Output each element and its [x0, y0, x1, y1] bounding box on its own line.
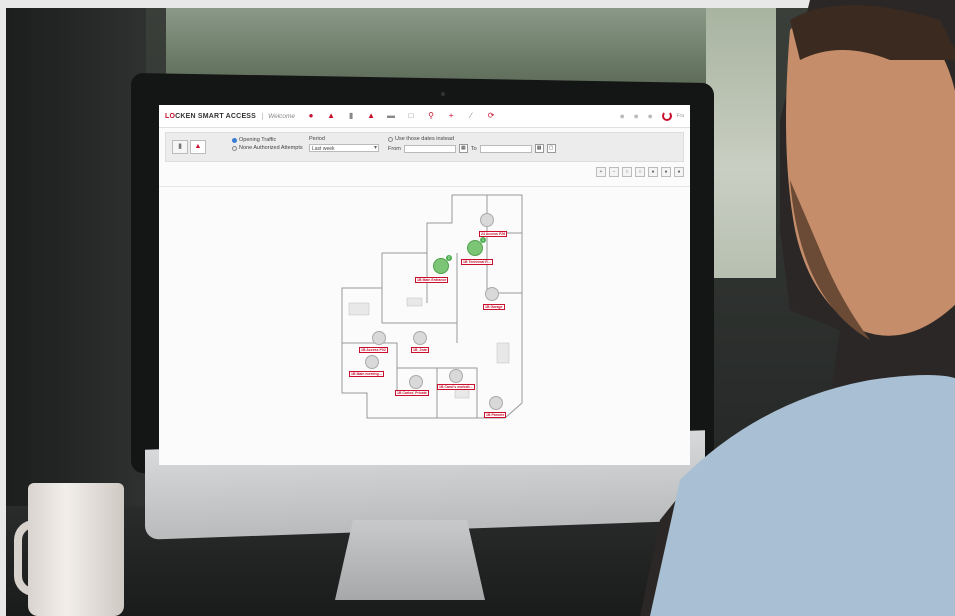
zoom-in-icon[interactable]: +	[596, 167, 606, 177]
filter-bar: ▮ ▲ Opening Traffic None Authorized Atte…	[165, 132, 684, 162]
divider	[159, 186, 690, 187]
traffic-radio-group: Opening Traffic None Authorized Attempts	[232, 136, 303, 152]
door-lock-icon[interactable]	[372, 331, 386, 345]
radio-dot[interactable]	[232, 145, 237, 151]
user-icon[interactable]: ●	[305, 111, 317, 121]
users-icon[interactable]: ▲	[365, 111, 377, 121]
toolbar-icons: ● ▲ ▮ ▲ ▬ □ ⚲ + ∕ ⟳	[305, 111, 497, 121]
door-lock-icon[interactable]	[409, 375, 423, 389]
activity-badge: 1	[480, 237, 486, 243]
clear-icon[interactable]: ▢	[546, 144, 556, 153]
location-icon[interactable]: ⚲	[425, 111, 437, 121]
tools-icon[interactable]: ∕	[465, 111, 477, 121]
radio-label: None Authorized Attempts	[239, 145, 303, 151]
coffee-mug	[28, 483, 124, 616]
from-date-input[interactable]	[403, 144, 456, 153]
radio-opening-traffic[interactable]: Opening Traffic	[232, 136, 303, 144]
door-tag[interactable]: 1B Carol's workstt...	[437, 384, 475, 390]
door-tag[interactable]: 1B Main meeting...	[349, 371, 384, 377]
calendar-icon[interactable]: □	[405, 111, 417, 121]
calendar-icon[interactable]: ▦	[458, 144, 468, 153]
date-range: Use those dates instead From ▦ To ▦ ▢	[388, 136, 556, 153]
use-dates-label: Use those dates instead	[395, 136, 455, 142]
floor-plan: 24 Access P26 1 1B Technical R... 2 1B M…	[337, 193, 537, 423]
to-label: To	[470, 145, 477, 152]
camera-dot	[441, 92, 445, 96]
user-view-button[interactable]: ▲	[190, 140, 206, 154]
door-lock-icon[interactable]	[480, 213, 494, 227]
app-brand: LOCKEN SMART ACCESS	[165, 113, 256, 120]
period-select[interactable]: Last week	[309, 144, 379, 152]
list-view-button[interactable]: ▮	[172, 140, 188, 154]
door-lock-icon[interactable]	[365, 355, 379, 369]
door-lock-icon[interactable]	[449, 369, 463, 383]
radio-dot[interactable]	[388, 136, 393, 142]
use-dates-option[interactable]: Use those dates instead	[388, 136, 556, 142]
fit-icon[interactable]: ○	[622, 167, 632, 177]
period-label: Period	[309, 136, 325, 142]
user-add-icon[interactable]: ▲	[325, 111, 337, 121]
radio-dot[interactable]	[232, 137, 237, 143]
top-toolbar: LOCKEN SMART ACCESS Welcome ● ▲ ▮ ▲ ▬ □ …	[159, 105, 690, 128]
refresh-icon[interactable]: ⟳	[485, 111, 497, 121]
door-tag[interactable]: 1B Technical R...	[461, 259, 493, 265]
monitor-stand	[335, 520, 485, 600]
door-lock-active-icon[interactable]: 1	[467, 237, 486, 256]
date-inputs: From ▦ To ▦ ▢	[388, 144, 556, 153]
door-lock-icon[interactable]	[413, 331, 427, 345]
zoom-out-icon[interactable]: −	[609, 167, 619, 177]
radio-label: Opening Traffic	[239, 137, 277, 143]
man-at-computer	[640, 0, 955, 616]
app-screen: LOCKEN SMART ACCESS Welcome ● ▲ ▮ ▲ ▬ □ …	[159, 105, 690, 465]
view-toggle: ▮ ▲	[172, 140, 206, 154]
activity-badge: 2	[446, 255, 452, 261]
to-date-input[interactable]	[479, 144, 532, 153]
avatar-icon: ●	[619, 111, 625, 121]
door-tag[interactable]: 1B Carlos' Private	[395, 390, 429, 396]
door-tag[interactable]: 1B Garage	[483, 304, 505, 310]
period-section: Period Last week	[309, 136, 379, 152]
brand-red: LO	[165, 112, 176, 120]
card-icon[interactable]: ▬	[385, 111, 397, 121]
brand-name: CKEN SMART ACCESS	[175, 112, 257, 120]
door-lock-icon[interactable]	[489, 396, 503, 410]
plus-icon[interactable]: +	[445, 111, 457, 121]
radio-none-authorized[interactable]: None Authorized Attempts	[232, 144, 303, 152]
door-tag[interactable]: 1B Pannier	[484, 412, 507, 418]
badge-icon[interactable]: ▮	[345, 111, 357, 121]
door-tag[interactable]: 1B Main Entrance	[415, 277, 449, 283]
door-lock-active-icon[interactable]: 2	[433, 255, 452, 274]
door-tag[interactable]: 1B_Jean	[411, 347, 430, 353]
door-tag[interactable]: 1B Access P02	[359, 347, 388, 353]
welcome-text: Welcome	[262, 112, 295, 120]
from-label: From	[388, 145, 401, 152]
calendar-icon[interactable]: ▦	[534, 144, 544, 153]
door-lock-icon[interactable]	[485, 287, 499, 301]
